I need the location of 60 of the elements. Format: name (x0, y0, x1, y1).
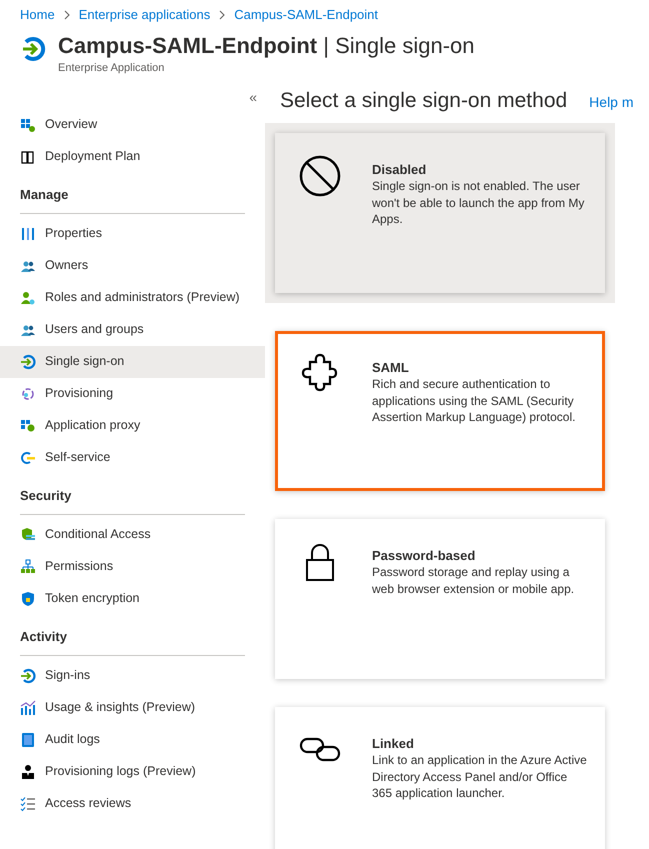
nav-item[interactable]: Deployment Plan (0, 140, 265, 172)
nav-section-title: Security (20, 488, 72, 502)
method-description: Single sign-on is not enabled. The user won't be able to launch the app from My Apps. (372, 178, 586, 228)
nav-item[interactable]: Roles and administrators (Preview) (0, 282, 265, 314)
method-description: Link to an application in the Azure Active Directory Access Panel and/or Office 365 application launcher. (372, 752, 588, 802)
bars-icon (20, 226, 36, 242)
method-title: Linked (372, 736, 415, 752)
nav-item[interactable]: Permissions (0, 550, 265, 582)
method-title: SAML (372, 360, 410, 376)
nav-item[interactable]: Users and groups (0, 314, 265, 346)
nav-item[interactable]: Conditional Access (0, 518, 265, 550)
notebook-icon (20, 732, 36, 748)
chevron-icon (62, 10, 71, 20)
person-icon (20, 290, 36, 306)
hierarchy-icon (20, 558, 36, 574)
nav-item[interactable]: Usage & insights (Preview) (0, 692, 265, 724)
nav-item[interactable]: Sign-ins (0, 660, 265, 692)
chevron-icon (218, 10, 226, 20)
breadcrumb-link[interactable]: Home (20, 4, 55, 24)
nav-item[interactable]: Provisioning logs (Preview) (0, 756, 265, 788)
grid-icon (20, 116, 36, 132)
title-separator: | (323, 33, 329, 58)
chart-icon (20, 700, 36, 716)
page-subtitle: Enterprise Application (58, 61, 166, 76)
user-icon (20, 764, 36, 780)
book-icon (20, 148, 36, 164)
checklist-icon (20, 796, 36, 812)
nav-section-title: Manage (20, 186, 68, 202)
shield-lock-icon (20, 590, 36, 606)
nav-item[interactable]: Single sign-on (0, 346, 265, 378)
page-title: Single sign-on (335, 33, 474, 58)
nav-item[interactable]: Owners (0, 250, 265, 282)
collapse-button[interactable]: « (249, 84, 257, 108)
breadcrumb-link[interactable]: Campus-SAML-Endpoint (234, 4, 378, 24)
nav-item[interactable]: Application proxy (0, 410, 265, 442)
sign-in-icon (20, 35, 48, 63)
nav-item[interactable]: Token encryption (0, 582, 265, 614)
breadcrumb-link[interactable]: Enterprise applications (78, 4, 210, 24)
nav-item[interactable]: Audit logs (0, 724, 265, 756)
nav-item[interactable]: Overview (0, 108, 265, 140)
method-card[interactable]: SAML Rich and secure authentication to applications using the SAML (Security Assertion Markup Language) protocol. (275, 330, 605, 490)
section-title: Select a single sign-on method (280, 88, 568, 114)
sign-in-icon (20, 668, 36, 684)
sign-in-icon (20, 354, 36, 370)
method-description: Password storage and replay using a web browser extension or mobile app. (372, 564, 576, 597)
key-icon (20, 450, 36, 466)
method-title: Password-based (372, 548, 476, 564)
method-description: Rich and secure authentication to applications using the SAML (Security Assertion Markup Language) protocol. (372, 376, 576, 426)
shield-icon (20, 526, 36, 542)
prohibited-icon (298, 154, 342, 198)
nav-item[interactable]: Provisioning (0, 378, 265, 410)
help-link[interactable]: Help m (589, 92, 634, 112)
app-title: Campus-SAML-Endpoint (58, 33, 318, 58)
nav-item[interactable]: Properties (0, 218, 265, 250)
method-title: Disabled (372, 162, 428, 178)
cycle-icon (20, 386, 36, 402)
grid-icon (20, 418, 36, 434)
nav-item[interactable]: Self-service (0, 442, 265, 474)
nav-item[interactable]: Access reviews (0, 788, 265, 820)
nav-section-title: Activity (20, 628, 67, 644)
